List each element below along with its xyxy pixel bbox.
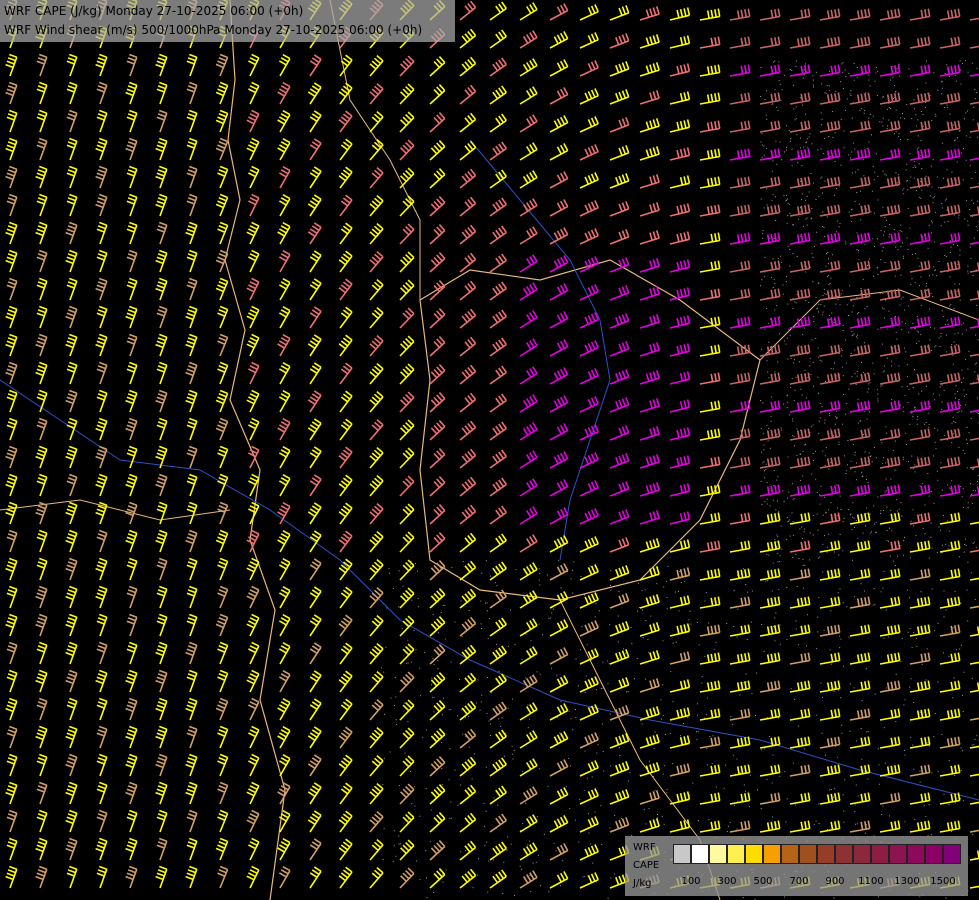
wind-shear-title: WRF Wind shear (m/s) 500/1000hPa Monday … <box>4 23 423 37</box>
legend-swatch <box>889 844 907 864</box>
legend-unit-label: J/kg <box>633 878 652 889</box>
legend-swatch <box>853 844 871 864</box>
wind-shear-map <box>0 0 979 900</box>
legend-swatch <box>835 844 853 864</box>
map-title-box: WRF CAPE (J/kg) Monday 27-10-2025 06:00 … <box>0 0 455 42</box>
legend-tick-label: 500 <box>753 876 773 887</box>
legend-tick-label: 900 <box>825 876 845 887</box>
legend-swatch <box>727 844 745 864</box>
legend-tick-label: 300 <box>717 876 737 887</box>
legend-tick-label: 1100 <box>858 876 884 887</box>
legend-color-scale <box>673 844 961 864</box>
legend-swatch <box>745 844 763 864</box>
legend-swatch <box>781 844 799 864</box>
legend-model-label: WRF <box>633 842 656 853</box>
legend-swatch <box>673 844 691 864</box>
legend-swatch <box>799 844 817 864</box>
cape-title: WRF CAPE (J/kg) Monday 27-10-2025 06:00 … <box>4 4 304 18</box>
legend-swatch <box>943 844 961 864</box>
legend-swatch <box>709 844 727 864</box>
legend-swatch <box>763 844 781 864</box>
legend-swatch <box>871 844 889 864</box>
legend-swatch <box>817 844 835 864</box>
legend-tick-label: 1300 <box>894 876 920 887</box>
legend-variable-label: CAPE <box>633 860 660 871</box>
legend-tick-label: 700 <box>789 876 809 887</box>
legend-tick-labels: 100 300 500 700 900 1100 1300 1500 <box>673 876 963 888</box>
legend-swatch <box>907 844 925 864</box>
legend-tick-label: 1500 <box>930 876 956 887</box>
cape-legend: WRF CAPE J/kg 100 300 500 700 900 1100 1300 150… <box>625 836 968 896</box>
legend-swatch <box>691 844 709 864</box>
legend-tick-label: 100 <box>681 876 701 887</box>
legend-swatch <box>925 844 943 864</box>
